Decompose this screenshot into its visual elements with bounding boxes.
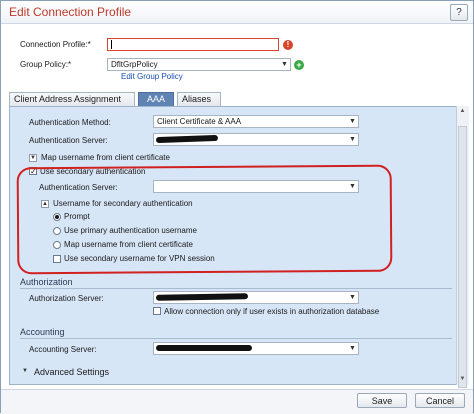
accounting-server-label: Accounting Server:: [29, 345, 97, 354]
text-cursor: [111, 40, 112, 50]
save-button[interactable]: Save: [357, 393, 407, 408]
authorization-server-label: Authorization Server:: [29, 294, 104, 303]
panel-scrollbar[interactable]: ▲ ▼: [456, 106, 469, 388]
question-mark-icon: ?: [456, 7, 462, 18]
redacted-scribble: [155, 134, 219, 144]
tab-aliases[interactable]: Aliases: [177, 92, 221, 106]
chevron-down-icon: ▼: [349, 345, 356, 352]
allow-connection-checkbox[interactable]: [153, 307, 161, 315]
accounting-section-title: Accounting: [20, 327, 65, 337]
scroll-down-icon[interactable]: ▼: [457, 374, 468, 384]
allow-connection-label: Allow connection only if user exists in …: [164, 307, 380, 316]
tab-aaa[interactable]: AAA: [138, 92, 174, 106]
accounting-server-select[interactable]: ▼: [153, 342, 359, 355]
authentication-method-label: Authentication Method:: [29, 118, 111, 127]
chevron-down-icon: ▼: [349, 118, 356, 125]
authentication-server-select[interactable]: ▼: [153, 133, 359, 146]
group-policy-label: Group Policy:*: [20, 60, 72, 69]
redacted-scribble: [155, 293, 249, 301]
dialog-footer: Save Cancel: [1, 389, 473, 414]
authorization-server-select[interactable]: ▼: [153, 291, 359, 304]
authentication-method-select[interactable]: Client Certificate & AAA ▼: [153, 115, 359, 128]
scroll-up-icon[interactable]: ▲: [457, 106, 468, 116]
cancel-button[interactable]: Cancel: [415, 393, 465, 408]
error-icon: !: [283, 40, 293, 50]
connection-profile-label: Connection Profile:*: [20, 40, 91, 49]
authentication-server-label: Authentication Server:: [29, 136, 108, 145]
title-bar: Edit Connection Profile ?: [1, 1, 473, 24]
red-annotation-outline: [16, 164, 393, 275]
help-button[interactable]: ?: [450, 4, 468, 21]
accounting-divider: [20, 338, 452, 339]
add-icon[interactable]: +: [294, 60, 304, 70]
chevron-down-icon: ▼: [281, 61, 288, 68]
group-policy-select[interactable]: DfltGrpPolicy ▼: [107, 58, 291, 71]
authentication-method-value: Client Certificate & AAA: [157, 117, 242, 126]
authorization-divider: [20, 288, 452, 289]
edit-connection-profile-dialog: Edit Connection Profile ? Connection Pro…: [0, 0, 474, 414]
map-username-label[interactable]: Map username from client certificate: [41, 153, 170, 162]
expand-advanced-toggle[interactable]: ▼: [21, 368, 29, 376]
connection-profile-input[interactable]: [107, 38, 279, 51]
authorization-section-title: Authorization: [20, 277, 73, 287]
chevron-down-icon: ▼: [349, 136, 356, 143]
group-policy-value: DfltGrpPolicy: [111, 60, 158, 69]
expand-map-username-toggle[interactable]: ▼: [29, 154, 37, 162]
tab-client-address-assignment[interactable]: Client Address Assignment: [9, 92, 135, 106]
edit-group-policy-link[interactable]: Edit Group Policy: [121, 72, 183, 81]
chevron-down-icon: ▼: [349, 294, 356, 301]
dialog-title: Edit Connection Profile: [9, 5, 132, 19]
scroll-thumb[interactable]: [458, 126, 467, 388]
advanced-settings-label[interactable]: Advanced Settings: [34, 367, 109, 377]
redacted-scribble: [156, 345, 252, 351]
